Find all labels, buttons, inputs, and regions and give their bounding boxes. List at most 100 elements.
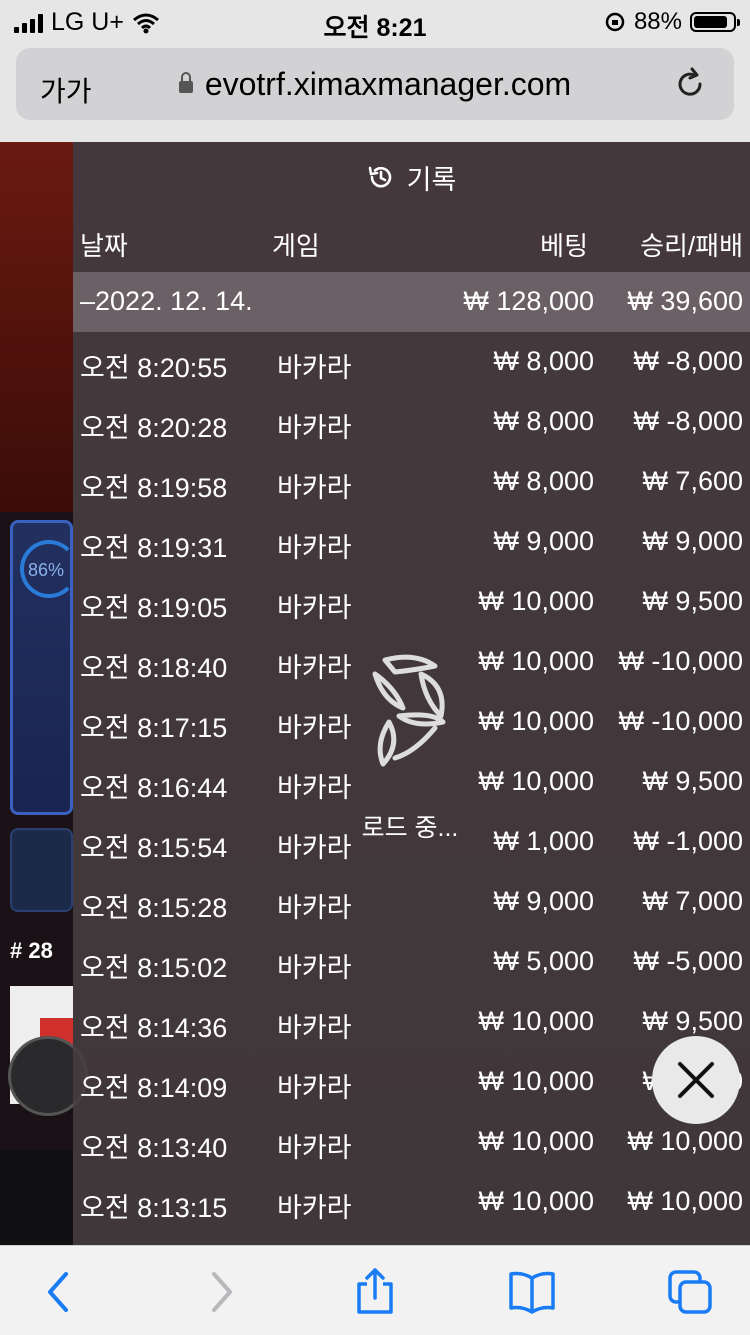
table-number: # 28 <box>10 938 53 963</box>
row-time: 오전 8:18:40 <box>80 653 228 683</box>
address-bar[interactable]: 가가 evotrf.ximaxmanager.com <box>16 48 734 120</box>
col-result: 승리/패배 <box>640 231 743 261</box>
history-panel: 기록 날짜 게임 베팅 승리/패배 –2022. 12. 14. ₩ 128,0… <box>73 142 750 1245</box>
row-game: 바카라 <box>277 893 352 923</box>
row-result: ₩ -10,000 <box>618 646 743 676</box>
battery-percent: 88% <box>633 8 682 35</box>
history-row: 오전 8:20:28 바카라 ₩ 8,000 ₩ -8,000 <box>73 392 750 452</box>
row-result: ₩ -5,000 <box>633 946 743 976</box>
history-row: 오전 8:14:09바카라₩ 10,000₩ 9,000 <box>73 1052 750 1112</box>
history-row: 오전 8:13:40 바카라 ₩ 10,000 ₩ 10,000 <box>73 1112 750 1172</box>
row-result: ₩ -8,000 <box>633 406 743 436</box>
row-bet: ₩ 10,000 <box>478 706 594 736</box>
history-icon <box>368 166 391 188</box>
row-bet: ₩ 9,000 <box>493 886 594 916</box>
row-game: 바카라 <box>277 533 352 563</box>
panel-title: 기록 <box>406 164 457 195</box>
row-result: ₩ 9,000 <box>642 526 743 556</box>
panel-header: 기록 <box>73 142 750 212</box>
row-result: ₩ 9,500 <box>642 766 743 796</box>
row-game: 바카라 <box>277 593 352 623</box>
row-time: 오전 8:14:36 <box>80 1013 228 1043</box>
row-bet: ₩ 8,000 <box>493 466 594 496</box>
row-game: 바카라 <box>277 773 352 803</box>
row-time: 오전 8:14:09 <box>80 1073 228 1103</box>
url-display[interactable]: evotrf.ximaxmanager.com <box>16 66 734 103</box>
loading-text: 로드 중... <box>361 814 459 842</box>
col-date: 날짜 <box>80 231 128 261</box>
history-row: 오전 8:15:02 바카라 ₩ 5,000 ₩ -5,000 <box>73 932 750 992</box>
row-time: 오전 8:20:55 <box>80 353 228 383</box>
row-bet: ₩ 10,000 <box>478 586 594 616</box>
history-row: 오전 8:19:05 바카라 ₩ 10,000 ₩ 9,500 <box>73 572 750 632</box>
row-game: 바카라 <box>277 1073 352 1103</box>
share-icon[interactable] <box>351 1268 399 1316</box>
row-game: 바카라 <box>277 1133 352 1163</box>
row-game: 바카라 <box>277 1193 352 1223</box>
history-row: 오전 8:19:58 바카라 ₩ 8,000 ₩ 7,600 <box>73 452 750 512</box>
summary-date: –2022. 12. 14. <box>80 286 253 316</box>
row-bet: ₩ 1,000 <box>493 826 594 856</box>
lock-icon <box>178 71 193 93</box>
status-right: 88% <box>604 8 740 36</box>
reload-icon[interactable] <box>672 66 708 102</box>
row-game: 바카라 <box>277 953 352 983</box>
row-result: ₩ 10,000 <box>627 1126 743 1156</box>
row-game: 바카라 <box>277 473 352 503</box>
forward-icon[interactable] <box>196 1268 244 1316</box>
orientation-lock-icon <box>605 12 625 32</box>
col-game: 게임 <box>272 231 320 261</box>
row-result: ₩ -10,000 <box>618 706 743 736</box>
game-card-secondary[interactable] <box>10 828 73 912</box>
row-bet: ₩ 10,000 <box>478 1066 594 1096</box>
browser-url-area: 가가 evotrf.ximaxmanager.com <box>0 42 750 142</box>
row-time: 오전 8:19:31 <box>80 533 228 563</box>
row-time: 오전 8:15:28 <box>80 893 228 923</box>
row-result: ₩ 7,000 <box>642 886 743 916</box>
balance-area <box>0 1150 73 1245</box>
bookmarks-icon[interactable] <box>508 1268 556 1316</box>
column-headers: 날짜 게임 베팅 승리/패배 <box>73 212 750 272</box>
close-icon <box>678 1062 714 1098</box>
progress-label: 86% <box>28 560 65 580</box>
close-button[interactable] <box>652 1036 740 1124</box>
row-bet: ₩ 8,000 <box>493 406 594 436</box>
url-text: evotrf.ximaxmanager.com <box>204 66 572 102</box>
row-bet: ₩ 8,000 <box>493 346 594 376</box>
history-list: 오전 8:20:55 바카라 ₩ 8,000 ₩ -8,000 오전 8:20:28 바카… <box>73 332 750 1232</box>
history-row: 오전 8:15:28 바카라 ₩ 9,000 ₩ 7,000 <box>73 872 750 932</box>
tabs-icon[interactable] <box>666 1268 714 1316</box>
history-row: 오전 8:19:31 바카라 ₩ 9,000 ₩ 9,000 <box>73 512 750 572</box>
row-result: ₩ 7,600 <box>642 466 743 496</box>
table-preview <box>0 142 73 512</box>
browser-toolbar <box>0 1245 750 1335</box>
row-result: ₩ 9,500 <box>642 586 743 616</box>
row-game: 바카라 <box>277 413 352 443</box>
row-game: 바카라 <box>277 1013 352 1043</box>
row-game: 바카라 <box>277 353 352 383</box>
date-summary-row[interactable]: –2022. 12. 14. ₩ 128,000 ₩ 39,600 <box>73 272 750 332</box>
row-bet: ₩ 5,000 <box>493 946 594 976</box>
row-result: ₩ 10,000 <box>627 1186 743 1216</box>
row-time: 오전 8:20:28 <box>80 413 228 443</box>
col-bet: 베팅 <box>540 231 588 261</box>
history-row: 오전 8:14:36 바카라 ₩ 10,000 ₩ 9,500 <box>73 992 750 1052</box>
back-icon[interactable] <box>36 1268 84 1316</box>
row-result: ₩ -8,000 <box>633 346 743 376</box>
row-bet: ₩ 10,000 <box>478 646 594 676</box>
battery-icon <box>690 12 740 32</box>
row-time: 오전 8:19:05 <box>80 593 228 623</box>
row-time: 오전 8:13:15 <box>80 1193 228 1223</box>
row-time: 오전 8:15:02 <box>80 953 228 983</box>
row-time: 오전 8:13:40 <box>80 1133 228 1163</box>
row-game: 바카라 <box>277 653 352 683</box>
row-time: 오전 8:17:15 <box>80 713 228 743</box>
row-bet: ₩ 10,000 <box>478 766 594 796</box>
row-game: 바카라 <box>277 713 352 743</box>
row-bet: ₩ 10,000 <box>478 1006 594 1036</box>
row-bet: ₩ 9,000 <box>493 526 594 556</box>
summary-result: ₩ 39,600 <box>627 286 743 316</box>
row-time: 오전 8:15:54 <box>80 833 228 863</box>
row-bet: ₩ 10,000 <box>478 1186 594 1216</box>
summary-bet: ₩ 128,000 <box>463 286 594 316</box>
